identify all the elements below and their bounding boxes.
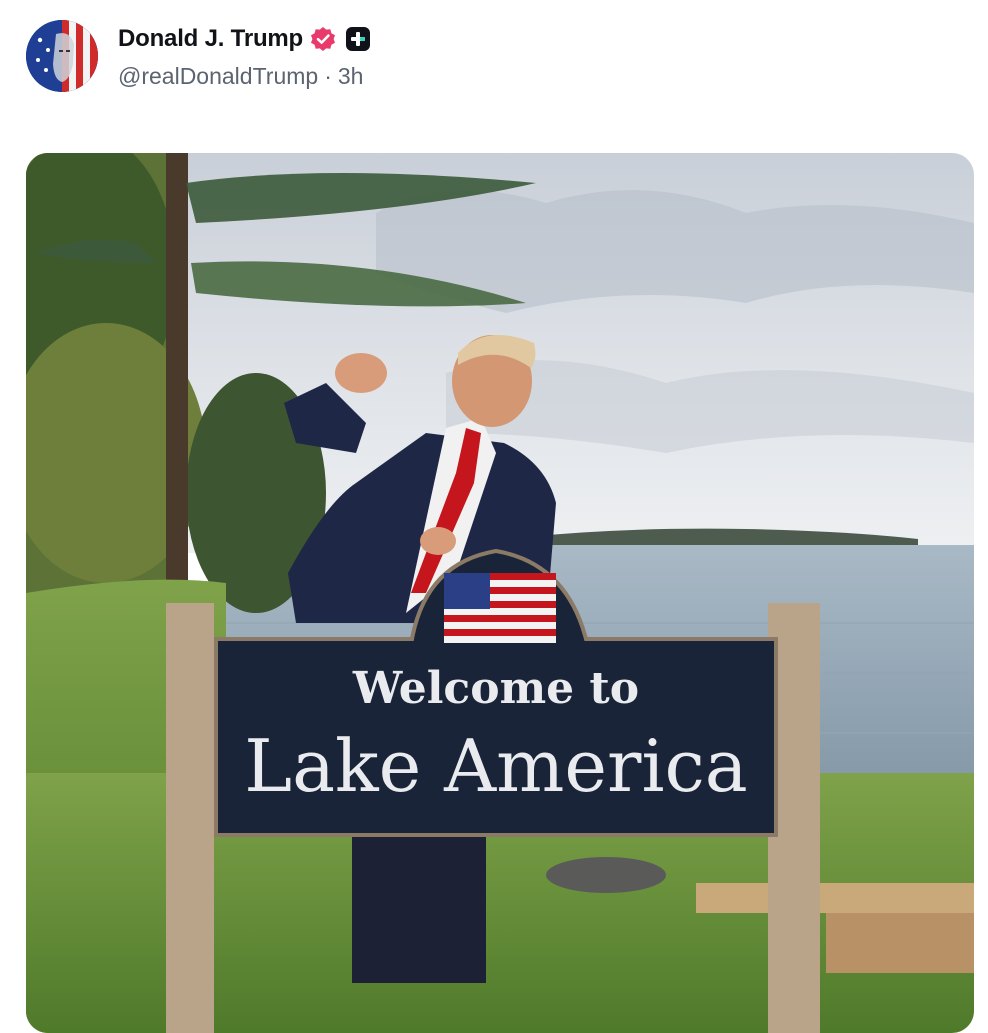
sign-line-2: Lake America — [244, 724, 747, 808]
truth-social-plus-icon — [346, 27, 371, 51]
post-header: Donald J. Trump @realDonaldTrump · 3h — [26, 20, 371, 96]
flag-icon — [444, 573, 556, 643]
sign-post-left — [166, 603, 214, 1033]
verified-badge-icon — [311, 27, 336, 51]
name-row: Donald J. Trump — [118, 24, 371, 54]
post-media[interactable]: Welcome to Lake America — [26, 153, 974, 1033]
separator: · — [324, 63, 332, 89]
post-meta: Donald J. Trump @realDonaldTrump · 3h — [118, 24, 371, 90]
post-timestamp[interactable]: 3h — [338, 63, 364, 90]
avatar[interactable] — [26, 20, 98, 92]
display-name[interactable]: Donald J. Trump — [118, 25, 303, 53]
media-image: Welcome to Lake America — [26, 153, 974, 1033]
handle-row: @realDonaldTrump · 3h — [118, 63, 371, 90]
author-handle[interactable]: @realDonaldTrump — [118, 63, 318, 90]
sign-line-1: Welcome to — [352, 663, 639, 714]
avatar-image — [26, 20, 98, 92]
